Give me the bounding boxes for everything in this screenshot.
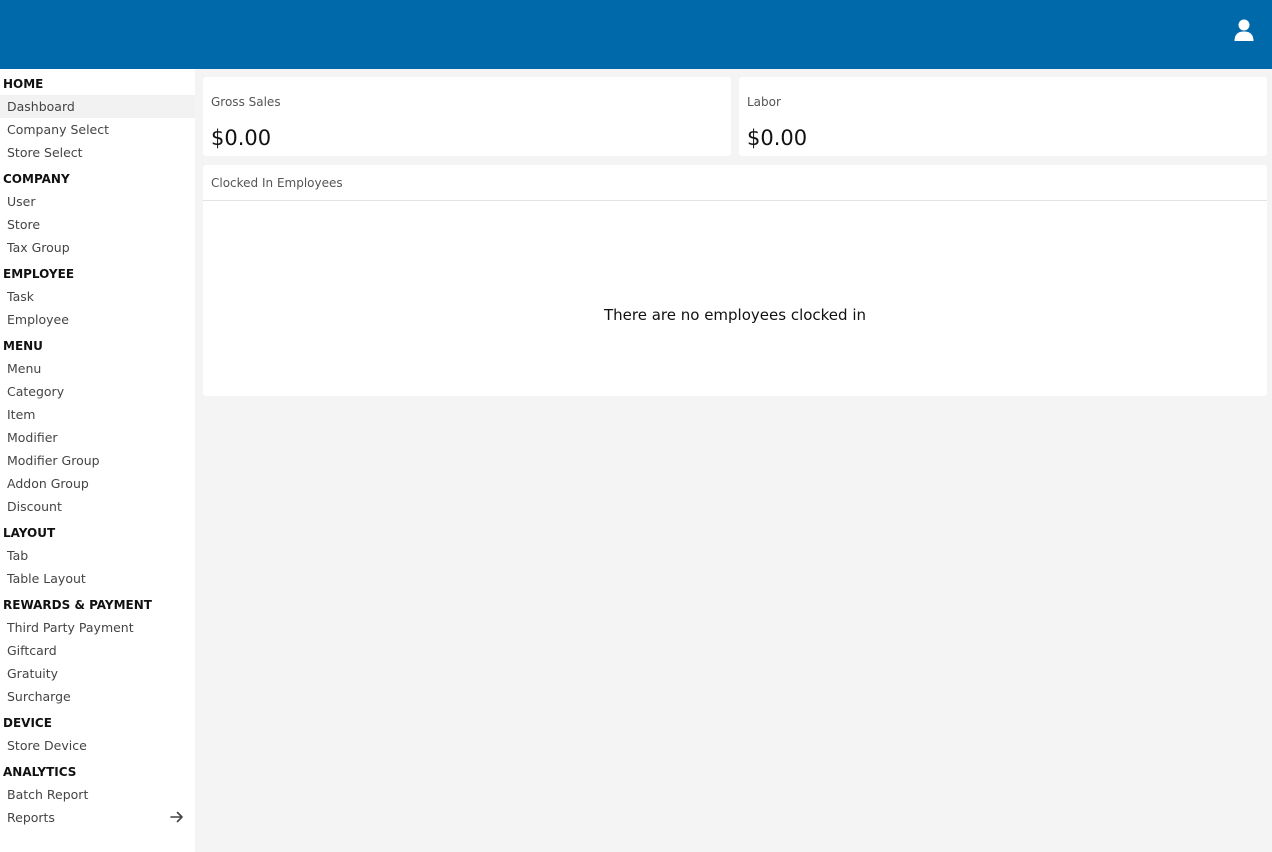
sidebar-section-menu: MENU — [3, 339, 43, 353]
sidebar-item-label: Company Select — [7, 122, 110, 137]
user-icon[interactable] — [1234, 19, 1254, 41]
sidebar-section-layout: LAYOUT — [3, 526, 56, 540]
sidebar-item-giftcard[interactable]: Giftcard — [0, 639, 195, 662]
sidebar-item-modifier-group[interactable]: Modifier Group — [0, 449, 195, 472]
sidebar-item-label: Discount — [7, 499, 62, 514]
sidebar-item-tab[interactable]: Tab — [0, 544, 195, 567]
sidebar-item-label: Employee — [7, 312, 69, 327]
sidebar-item-label: Item — [7, 407, 36, 422]
sidebar-item-label: Gratuity — [7, 666, 59, 681]
sidebar-item-task[interactable]: Task — [0, 285, 195, 308]
sidebar-item-label: Addon Group — [7, 476, 89, 491]
sidebar-section-rewards-payment: REWARDS & PAYMENT — [3, 598, 152, 612]
sidebar-section-employee: EMPLOYEE — [3, 267, 75, 281]
gross-sales-label: Gross Sales — [211, 95, 281, 109]
sidebar-item-store-device[interactable]: Store Device — [0, 734, 195, 757]
sidebar-item-surcharge[interactable]: Surcharge — [0, 685, 195, 708]
sidebar-item-label: Modifier Group — [7, 453, 100, 468]
sidebar-item-label: Tab — [7, 548, 29, 563]
sidebar-item-label: Table Layout — [7, 571, 86, 586]
sidebar-section-home: HOME — [3, 77, 44, 91]
sidebar-item-label: Menu — [7, 361, 42, 376]
sidebar-item-table-layout[interactable]: Table Layout — [0, 567, 195, 590]
sidebar-item-label: Tax Group — [7, 240, 70, 255]
gross-sales-value: $0.00 — [211, 126, 272, 150]
sidebar-item-label: Modifier — [7, 430, 58, 445]
sidebar-section-analytics: ANALYTICS — [3, 765, 77, 779]
gross-sales-card: Gross Sales $0.00 — [203, 77, 731, 156]
sidebar-item-modifier[interactable]: Modifier — [0, 426, 195, 449]
sidebar-section-device: DEVICE — [3, 716, 52, 730]
sidebar-item-label: Reports — [7, 810, 55, 825]
sidebar-item-label: Store — [7, 217, 41, 232]
top-bar — [0, 0, 1272, 69]
sidebar-item-label: Dashboard — [7, 99, 75, 114]
sidebar-item-store[interactable]: Store — [0, 213, 195, 236]
sidebar-item-label: Store Select — [7, 145, 83, 160]
sidebar-item-label: Store Device — [7, 738, 87, 753]
sidebar-item-dashboard[interactable]: Dashboard — [0, 95, 195, 118]
sidebar-item-batch-report[interactable]: Batch Report — [0, 783, 195, 806]
sidebar-item-menu[interactable]: Menu — [0, 357, 195, 380]
empty-state-message: There are no employees clocked in — [603, 306, 867, 324]
labor-label: Labor — [747, 95, 781, 109]
sidebar-item-store-select[interactable]: Store Select — [0, 141, 195, 164]
clocked-in-employees-card: Clocked In Employees There are no employ… — [203, 165, 1267, 396]
sidebar-section-company: COMPANY — [3, 172, 70, 186]
sidebar-item-company-select[interactable]: Company Select — [0, 118, 195, 141]
sidebar-item-label: Batch Report — [7, 787, 89, 802]
sidebar-item-user[interactable]: User — [0, 190, 195, 213]
sidebar-item-label: Task — [7, 289, 34, 304]
labor-value: $0.00 — [747, 126, 808, 150]
sidebar-item-addon-group[interactable]: Addon Group — [0, 472, 195, 495]
labor-card: Labor $0.00 — [739, 77, 1267, 156]
sidebar-item-label: Category — [7, 384, 65, 399]
main-content: Gross Sales $0.00 Labor $0.00 Clocked In… — [195, 69, 1272, 852]
clocked-in-employees-title: Clocked In Employees — [203, 165, 1267, 201]
sidebar-item-discount[interactable]: Discount — [0, 495, 195, 518]
sidebar-item-employee[interactable]: Employee — [0, 308, 195, 331]
arrow-right-icon[interactable] — [170, 811, 184, 823]
sidebar-item-category[interactable]: Category — [0, 380, 195, 403]
sidebar-item-reports[interactable]: Reports — [0, 806, 195, 829]
sidebar-item-gratuity[interactable]: Gratuity — [0, 662, 195, 685]
sidebar-item-label: User — [7, 194, 36, 209]
sidebar-item-third-party-payment[interactable]: Third Party Payment — [0, 616, 195, 639]
sidebar-item-tax-group[interactable]: Tax Group — [0, 236, 195, 259]
sidebar-item-label: Third Party Payment — [7, 620, 134, 635]
sidebar-item-label: Giftcard — [7, 643, 57, 658]
sidebar-item-label: Surcharge — [7, 689, 71, 704]
sidebar-item-item[interactable]: Item — [0, 403, 195, 426]
sidebar: HOME Dashboard Company Select Store Select C… — [0, 69, 195, 852]
